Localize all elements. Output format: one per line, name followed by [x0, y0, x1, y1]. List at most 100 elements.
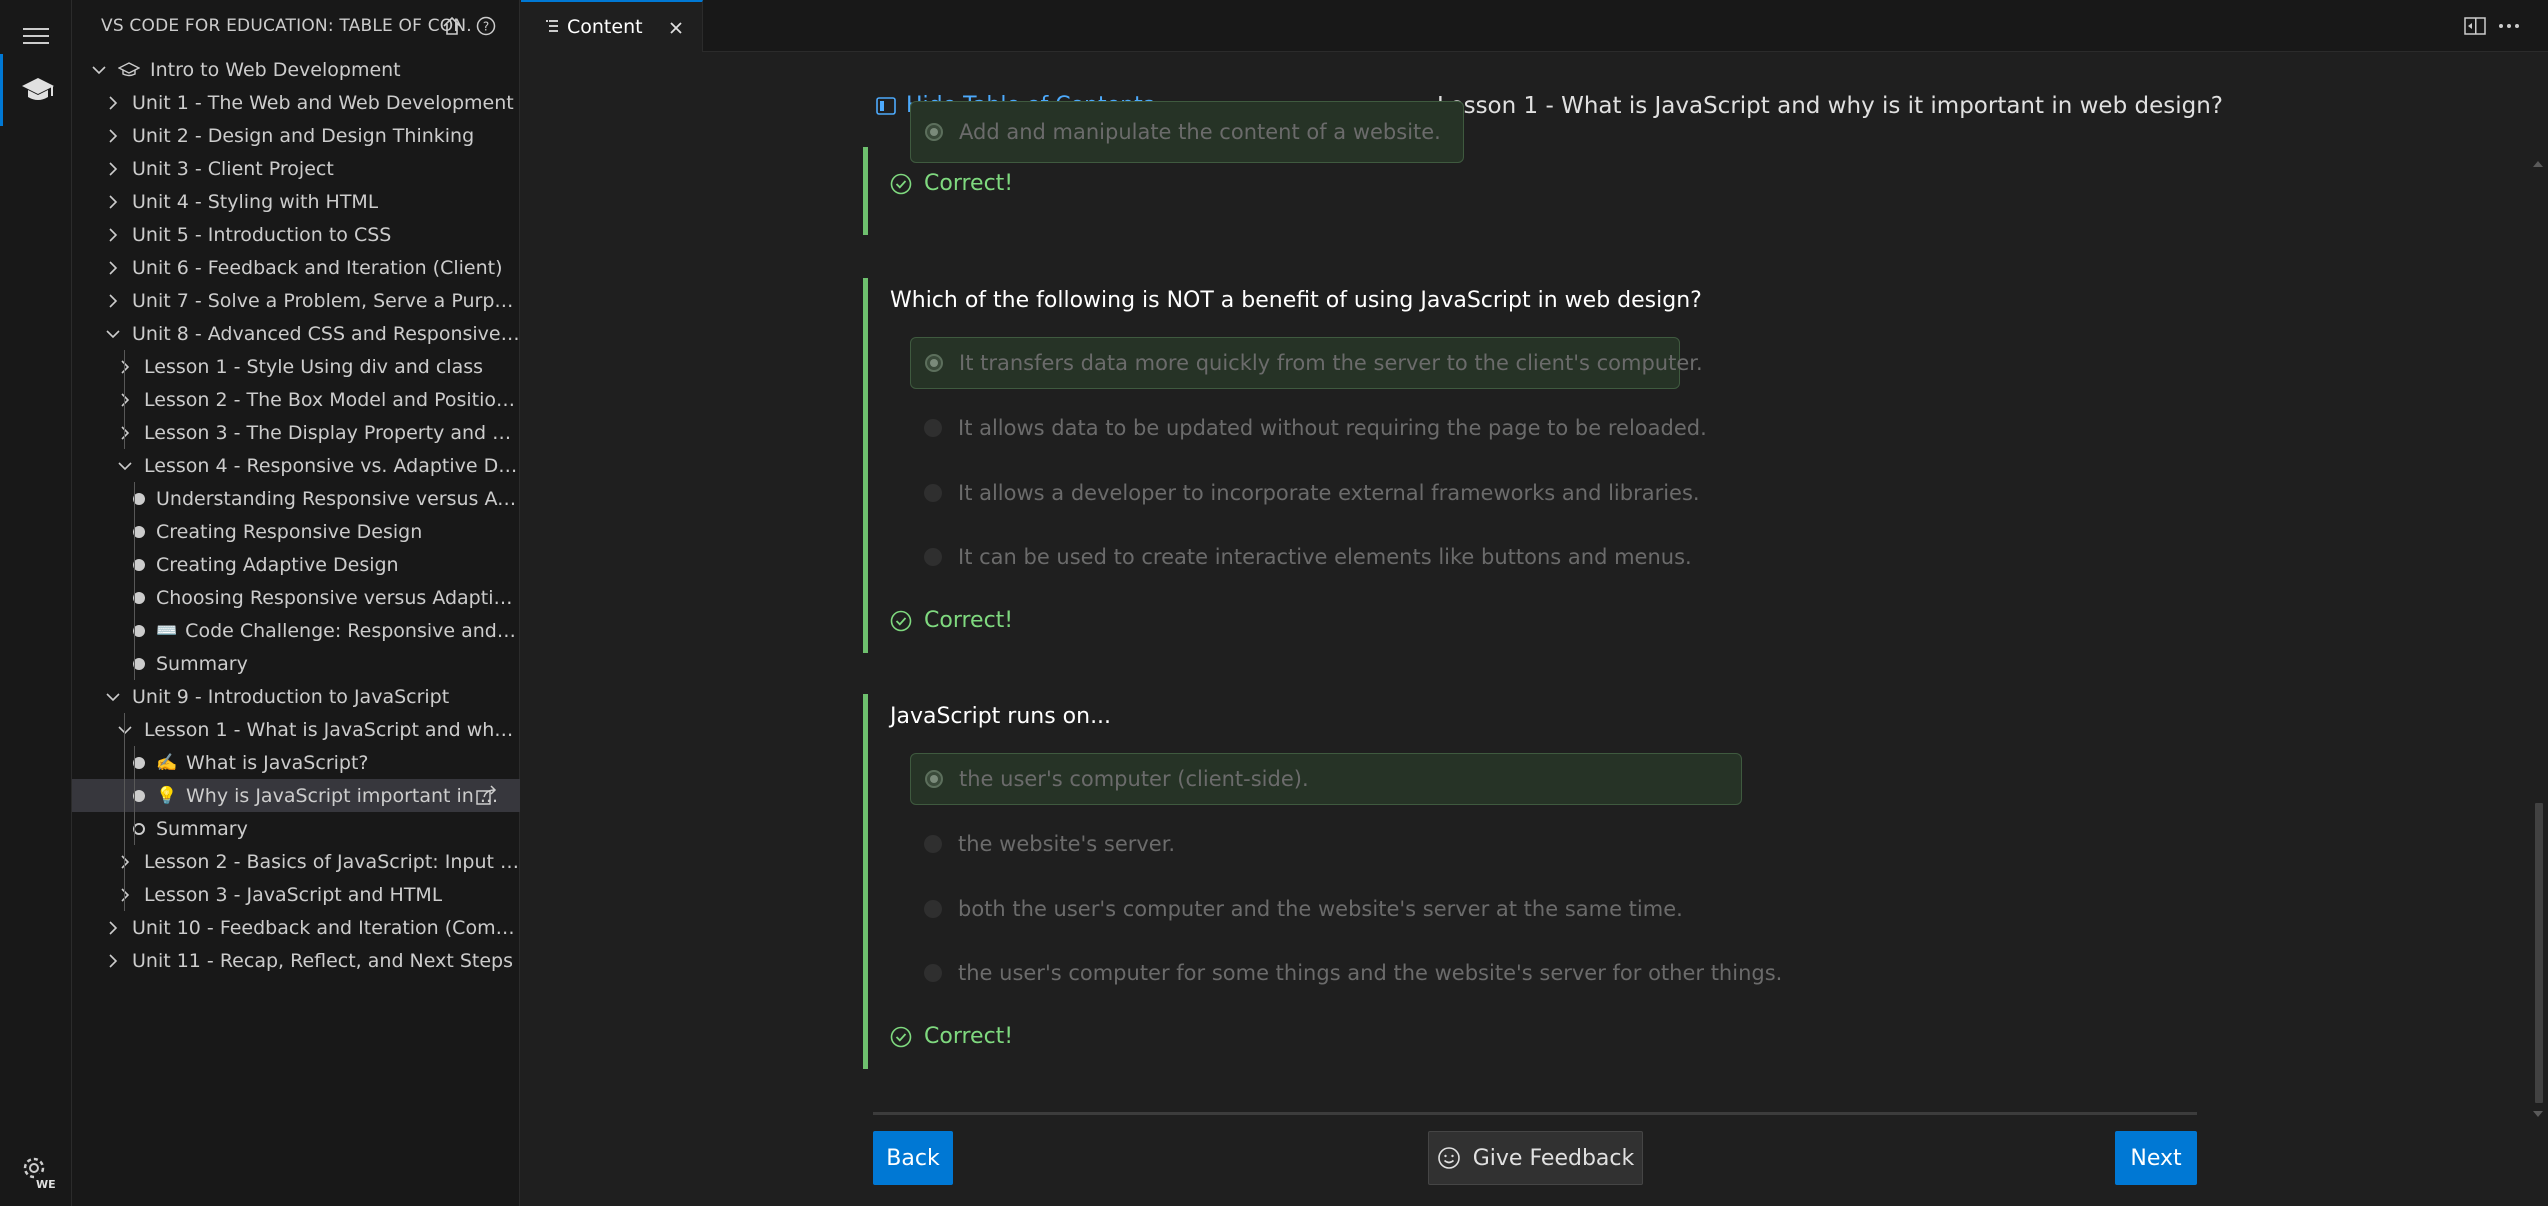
toc-page-item[interactable]: ⌨️ Code Challenge: Responsive and A... — [72, 614, 520, 647]
toc-item-label: Summary — [156, 817, 248, 840]
toc-page-item[interactable]: Creating Adaptive Design — [72, 548, 520, 581]
question-text: JavaScript runs on... — [890, 704, 1112, 729]
toc-folder-item[interactable]: Unit 6 - Feedback and Iteration (Client) — [72, 251, 520, 284]
toc-folder-item[interactable]: Lesson 2 - Basics of JavaScript: Input a… — [72, 845, 520, 878]
toc-page-item[interactable]: Summary — [72, 812, 520, 845]
toc-item-label: Unit 10 - Feedback and Iteration (Comm..… — [132, 916, 520, 939]
toc-folder-item[interactable]: Unit 5 - Introduction to CSS — [72, 218, 520, 251]
radio-button — [924, 548, 942, 566]
toc-item-label: Lesson 3 - The Display Property and Po..… — [144, 421, 520, 444]
toc-folder-item[interactable]: Lesson 4 - Responsive vs. Adaptive Desi.… — [72, 449, 520, 482]
scroll-up-arrow-icon — [2533, 161, 2543, 167]
chevron-right-icon[interactable] — [102, 191, 124, 213]
chevron-down-icon[interactable] — [102, 323, 124, 345]
indent-guide — [134, 746, 135, 845]
radio-button — [925, 354, 943, 372]
chevron-right-icon[interactable] — [102, 290, 124, 312]
svg-text:?: ? — [483, 20, 489, 34]
chevron-right-icon[interactable] — [102, 950, 124, 972]
chevron-right-icon[interactable] — [114, 356, 136, 378]
toc-item-label: Unit 9 - Introduction to JavaScript — [132, 685, 450, 708]
quiz-option[interactable]: It allows a developer to incorporate ext… — [910, 467, 1700, 519]
back-button[interactable]: Back — [873, 1131, 953, 1185]
toc-folder-item[interactable]: Unit 8 - Advanced CSS and Responsive ... — [72, 317, 520, 350]
chevron-right-icon[interactable] — [102, 92, 124, 114]
toc-page-item[interactable]: Summary — [72, 647, 520, 680]
split-editor-icon[interactable] — [2463, 14, 2487, 38]
activity-bar: WE — [0, 0, 72, 1206]
quiz-option[interactable]: the user's computer (client-side). — [910, 753, 1742, 805]
toc-item-label: Unit 6 - Feedback and Iteration (Client) — [132, 256, 503, 279]
chevron-right-icon[interactable] — [102, 917, 124, 939]
tab-content[interactable]: Content — [521, 0, 703, 52]
next-button[interactable]: Next — [2115, 1131, 2197, 1185]
editor-tab-bar: Content — [521, 0, 2548, 52]
give-feedback-button[interactable]: Give Feedback — [1428, 1131, 1643, 1185]
chevron-right-icon[interactable] — [102, 158, 124, 180]
toc-item-label: Unit 7 - Solve a Problem, Serve a Purpos… — [132, 289, 520, 312]
option-text: Add and manipulate the content of a webs… — [959, 120, 1441, 144]
sidebar-toggle-icon — [876, 96, 896, 115]
lesson-title: Lesson 1 - What is JavaScript and why is… — [1437, 93, 2223, 119]
chevron-right-icon[interactable] — [102, 257, 124, 279]
toc-folder-item[interactable]: Lesson 1 - Style Using div and class — [72, 350, 520, 383]
radio-button — [924, 900, 942, 918]
quiz-option[interactable]: It can be used to create interactive ele… — [910, 531, 1692, 583]
manage-gear-icon[interactable]: WE — [0, 1134, 72, 1206]
page-emoji-icon: ⌨️ — [156, 620, 178, 641]
scrollbar[interactable] — [2528, 103, 2548, 1117]
toc-folder-item[interactable]: Lesson 3 - JavaScript and HTML — [72, 878, 520, 911]
indent-guide — [134, 482, 135, 680]
toc-item-label: Creating Responsive Design — [156, 520, 423, 543]
education-icon[interactable] — [0, 54, 72, 126]
chevron-right-icon[interactable] — [102, 125, 124, 147]
quiz-option[interactable]: the user's computer for some things and … — [910, 947, 1782, 999]
quiz-option[interactable]: It transfers data more quickly from the … — [910, 337, 1703, 389]
help-icon[interactable]: ? — [474, 14, 498, 38]
tab-label: Content — [567, 16, 643, 38]
toc-folder-item[interactable]: Lesson 2 - The Box Model and Positioni..… — [72, 383, 520, 416]
toc-folder-item[interactable]: Unit 3 - Client Project — [72, 152, 520, 185]
toc-folder-item[interactable]: Unit 1 - The Web and Web Development — [72, 86, 520, 119]
chevron-down-icon[interactable] — [102, 686, 124, 708]
toc-item-label: What is JavaScript? — [186, 751, 369, 774]
toc-item-label: Unit 3 - Client Project — [132, 157, 334, 180]
toc-page-item[interactable]: Choosing Responsive versus Adaptive ... — [72, 581, 520, 614]
toc-page-item[interactable]: ✍️ What is JavaScript? — [72, 746, 520, 779]
radio-button — [925, 770, 943, 788]
scroll-down-arrow-icon — [2533, 1111, 2543, 1117]
more-actions-icon[interactable] — [2497, 14, 2521, 38]
toc-folder-item[interactable]: Unit 10 - Feedback and Iteration (Comm..… — [72, 911, 520, 944]
toc-folder-item[interactable]: Intro to Web Development — [72, 53, 520, 86]
toc-folder-item[interactable]: Unit 7 - Solve a Problem, Serve a Purpos… — [72, 284, 520, 317]
chevron-right-icon[interactable] — [114, 851, 136, 873]
home-icon[interactable] — [440, 14, 464, 38]
toc-folder-item[interactable]: Lesson 1 - What is JavaScript and why i.… — [72, 713, 520, 746]
toc-item-label: Lesson 2 - Basics of JavaScript: Input a… — [144, 850, 520, 873]
toc-folder-item[interactable]: Lesson 3 - The Display Property and Po..… — [72, 416, 520, 449]
chevron-down-icon[interactable] — [88, 59, 110, 81]
toc-folder-item[interactable]: Unit 2 - Design and Design Thinking — [72, 119, 520, 152]
share-icon[interactable] — [476, 785, 498, 805]
quiz-option[interactable]: It allows data to be updated without req… — [910, 402, 1707, 454]
quiz-option[interactable]: the website's server. — [910, 818, 1175, 870]
close-icon[interactable] — [664, 16, 688, 40]
preview-icon — [545, 19, 559, 35]
chevron-down-icon[interactable] — [114, 455, 136, 477]
chevron-right-icon[interactable] — [102, 224, 124, 246]
chevron-right-icon[interactable] — [114, 389, 136, 411]
toc-folder-item[interactable]: Unit 4 - Styling with HTML — [72, 185, 520, 218]
correct-feedback: Correct! — [890, 608, 1013, 633]
toc-folder-item[interactable]: Unit 9 - Introduction to JavaScript — [72, 680, 520, 713]
toc-page-item[interactable]: 💡 Why is JavaScript important in ... — [72, 779, 520, 812]
toc-page-item[interactable]: Creating Responsive Design — [72, 515, 520, 548]
toc-item-label: Code Challenge: Responsive and A... — [185, 619, 520, 642]
chevron-down-icon[interactable] — [114, 719, 136, 741]
decorative-red-edge — [2483, 0, 2548, 6]
chevron-right-icon[interactable] — [114, 422, 136, 444]
scrollbar-thumb[interactable] — [2535, 803, 2543, 1103]
chevron-right-icon[interactable] — [114, 884, 136, 906]
toc-page-item[interactable]: Understanding Responsive versus Ada... — [72, 482, 520, 515]
toc-folder-item[interactable]: Unit 11 - Recap, Reflect, and Next Steps — [72, 944, 520, 977]
quiz-option[interactable]: both the user's computer and the website… — [910, 883, 1683, 935]
